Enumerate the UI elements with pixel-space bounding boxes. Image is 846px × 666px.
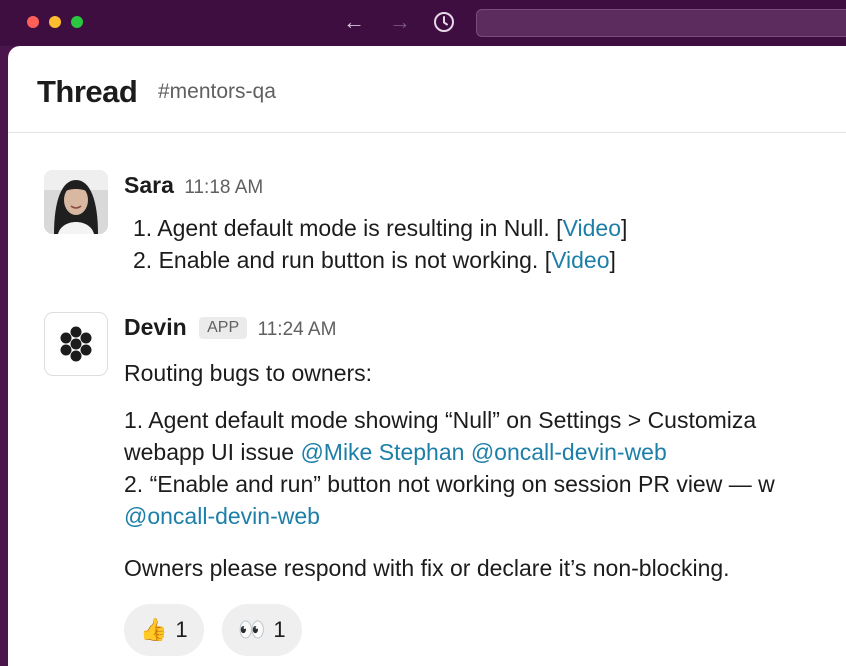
back-arrow-icon[interactable]: ← bbox=[343, 9, 365, 35]
message-line: 1. Agent default mode showing “Null” on … bbox=[124, 407, 757, 433]
reaction-thumbs-up[interactable]: 👍 1 bbox=[124, 604, 204, 656]
thread-header: Thread #mentors-qa bbox=[8, 46, 846, 133]
history-clock-icon[interactable] bbox=[432, 10, 456, 40]
avatar-sara[interactable] bbox=[44, 170, 108, 234]
thumbs-up-icon: 👍 bbox=[140, 617, 168, 642]
message-line: 2. “Enable and run” button not working o… bbox=[124, 471, 775, 497]
message-header-devin: Devin APP 11:24 AM bbox=[124, 314, 336, 341]
timestamp[interactable]: 11:24 AM bbox=[258, 319, 337, 340]
mention-mike-stephan[interactable]: @Mike Stephan bbox=[300, 439, 464, 465]
eyes-icon: 👀 bbox=[238, 617, 266, 642]
reaction-count: 1 bbox=[175, 617, 188, 642]
message-line: webapp UI issue @Mike Stephan @oncall-de… bbox=[124, 439, 667, 465]
message-header-sara: Sara 11:18 AM bbox=[124, 172, 263, 199]
message-closing: Owners please respond with fix or declar… bbox=[124, 555, 730, 581]
thread-title: Thread bbox=[37, 74, 138, 109]
thread-panel: Thread #mentors-qa Sara 11:18 AM 1. Agen… bbox=[8, 46, 846, 666]
forward-arrow-icon[interactable]: → bbox=[389, 9, 411, 35]
app-badge: APP bbox=[199, 317, 248, 339]
list-item: 2. Enable and run button is not working.… bbox=[133, 247, 616, 273]
message-intro: Routing bugs to owners: bbox=[124, 360, 373, 386]
devin-logo-icon bbox=[60, 326, 92, 362]
close-window-button[interactable] bbox=[27, 16, 39, 28]
mention-oncall-devin-web[interactable]: @oncall-devin-web bbox=[124, 503, 320, 529]
video-link[interactable]: Video bbox=[563, 215, 621, 241]
message-line: @oncall-devin-web bbox=[124, 500, 320, 532]
timestamp[interactable]: 11:18 AM bbox=[184, 177, 263, 198]
author-name[interactable]: Devin bbox=[124, 314, 187, 340]
avatar-devin[interactable] bbox=[44, 312, 108, 376]
list-item: 1. Agent default mode is resulting in Nu… bbox=[133, 215, 628, 241]
author-name[interactable]: Sara bbox=[124, 172, 174, 198]
maximize-window-button[interactable] bbox=[71, 16, 83, 28]
video-link[interactable]: Video bbox=[551, 247, 609, 273]
thread-channel-name[interactable]: #mentors-qa bbox=[158, 80, 276, 104]
reaction-count: 1 bbox=[273, 617, 286, 642]
minimize-window-button[interactable] bbox=[49, 16, 61, 28]
mention-oncall-devin-web[interactable]: @oncall-devin-web bbox=[471, 439, 667, 465]
search-bar[interactable] bbox=[476, 9, 846, 37]
window-titlebar: ← → bbox=[0, 0, 846, 46]
reaction-eyes[interactable]: 👀 1 bbox=[222, 604, 302, 656]
